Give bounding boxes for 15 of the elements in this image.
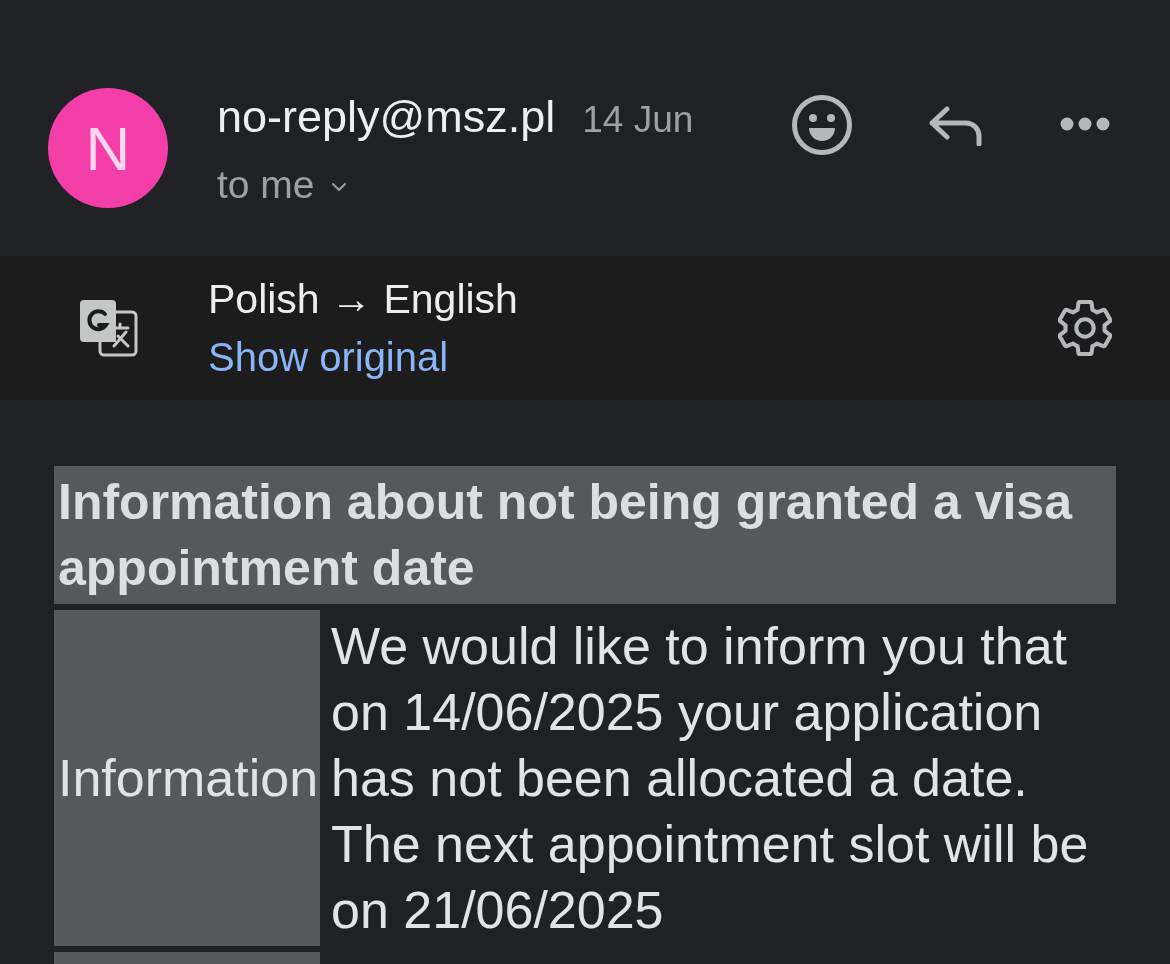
show-original-link[interactable]: Show original (208, 328, 449, 386)
sender-address: no-reply@msz.pl (217, 90, 556, 144)
settings-icon[interactable] (1058, 300, 1112, 356)
recipient-toggle[interactable]: to me (217, 156, 347, 214)
translation-languages: Polish → English (208, 275, 518, 324)
email-title: Information about not being granted a visa appointment date (54, 466, 1116, 604)
reply-icon[interactable] (928, 106, 982, 146)
table-cell: Information (54, 610, 320, 946)
message-text: We would like to inform you that on 14/06/2025 your application has not been allocated a date. The next appointment slot will be on 21/06/2025 (330, 616, 1090, 941)
more-icon[interactable] (1060, 117, 1110, 131)
message-date: 14 Jun (582, 98, 694, 142)
sender-avatar: N (48, 88, 168, 208)
smiley-icon[interactable] (792, 95, 852, 155)
translate-icon (78, 298, 138, 358)
chevron-icon (330, 182, 347, 192)
